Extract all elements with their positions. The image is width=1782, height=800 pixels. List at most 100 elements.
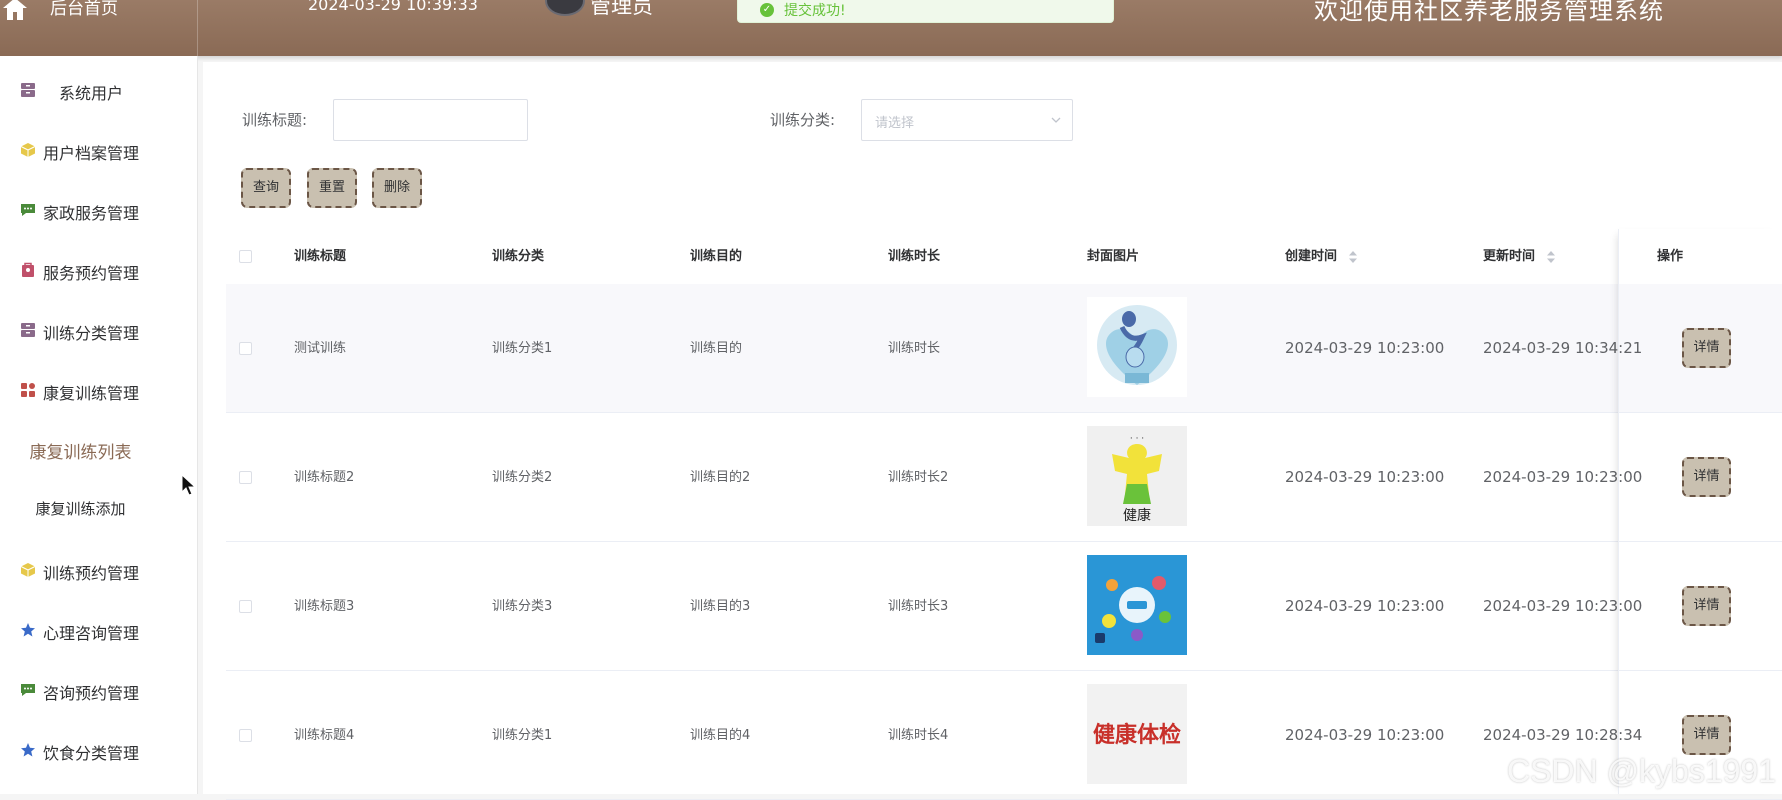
- watermark: CSDN @kybs1991: [1506, 753, 1776, 789]
- detail-button[interactable]: 详情: [1682, 586, 1731, 626]
- cell-updated: 2024-03-29 10:23:00: [1483, 468, 1643, 486]
- cube-icon: [20, 563, 36, 577]
- sidebar: 系统用户 用户档案管理 家政服务管理 服务预约管理 训练分类管理 康复训练管理 …: [0, 56, 198, 794]
- avatar[interactable]: [545, 0, 585, 16]
- detail-button[interactable]: 详情: [1682, 715, 1731, 755]
- row-checkbox[interactable]: [239, 342, 252, 355]
- sidebar-item-user-archive[interactable]: 用户档案管理: [0, 130, 197, 170]
- sidebar-item-label: 咨询预约管理: [43, 684, 140, 703]
- submenu-rehab-list[interactable]: 康复训练列表: [0, 428, 197, 468]
- sidebar-item-housekeeping[interactable]: 家政服务管理: [0, 190, 197, 230]
- column-header-created[interactable]: 创建时间: [1285, 229, 1358, 284]
- cube-icon: [20, 143, 36, 157]
- delete-button[interactable]: 删除: [372, 168, 422, 208]
- cell-updated: 2024-03-29 10:34:21: [1483, 339, 1643, 357]
- sidebar-item-training-booking[interactable]: 训练预约管理: [0, 550, 197, 590]
- submenu-label: 康复训练添加: [35, 500, 126, 518]
- sidebar-item-label: 康复训练管理: [43, 384, 140, 403]
- reset-button[interactable]: 重置: [307, 168, 357, 208]
- username: 管理员: [590, 0, 653, 18]
- health-checkup-image: 健康体检: [1087, 684, 1187, 784]
- detail-button[interactable]: 详情: [1682, 328, 1731, 368]
- sidebar-item-label: 训练分类管理: [43, 324, 140, 343]
- training-table: 训练标题 训练分类 训练目的 训练时长 封面图片 创建时间 更新时间 操作 测试…: [226, 229, 1782, 800]
- star-icon: [21, 623, 35, 637]
- home-label: 后台首页: [50, 0, 118, 19]
- sidebar-item-training-category[interactable]: 训练分类管理: [0, 310, 197, 350]
- category-select-placeholder: 请选择: [875, 116, 915, 131]
- title-filter-input[interactable]: [333, 99, 528, 141]
- success-toast: ✓ 提交成功!: [737, 0, 1114, 23]
- cover-text: 健康: [1123, 507, 1151, 524]
- cell-duration: 训练时长3: [888, 599, 949, 614]
- cover-text: 健康体检: [1093, 722, 1181, 748]
- cell-updated: 2024-03-29 10:23:00: [1483, 597, 1643, 615]
- sidebar-item-rehab-training[interactable]: 康复训练管理: [0, 370, 197, 410]
- cell-title: 训练标题3: [294, 599, 355, 614]
- toast-message: 提交成功!: [784, 3, 846, 19]
- cell-created: 2024-03-29 10:23:00: [1285, 726, 1445, 744]
- cell-created: 2024-03-29 10:23:00: [1285, 468, 1445, 486]
- health-figure-image: 健康 · · ·: [1087, 426, 1187, 526]
- title-filter-label: 训练标题:: [242, 111, 308, 129]
- cell-duration: 训练时长4: [888, 728, 949, 743]
- main-content: 训练标题: 训练分类: 请选择 查询 重置 删除 训练标题 训练分类 训练目的 …: [203, 62, 1782, 800]
- cell-purpose: 训练目的2: [690, 470, 751, 485]
- category-select[interactable]: 请选择: [861, 99, 1073, 141]
- sidebar-item-label: 训练预约管理: [43, 564, 140, 583]
- category-filter-label: 训练分类:: [770, 111, 836, 129]
- chat-icon: [21, 204, 35, 216]
- sidebar-item-label: 系统用户: [59, 84, 124, 103]
- column-header-duration: 训练时长: [888, 249, 941, 264]
- sidebar-item-label: 用户档案管理: [43, 144, 140, 163]
- cell-category: 训练分类2: [492, 470, 553, 485]
- row-checkbox[interactable]: [239, 729, 252, 742]
- heart-hands-image: [1087, 297, 1187, 397]
- sidebar-item-label: 家政服务管理: [43, 204, 140, 223]
- cell-purpose: 训练目的: [690, 341, 743, 356]
- sidebar-item-consult-booking[interactable]: 咨询预约管理: [0, 670, 197, 710]
- table-row: 测试训练 训练分类1 训练目的 训练时长 2024-03-29 10:23:00…: [226, 284, 1782, 413]
- sidebar-item-service-booking[interactable]: 服务预约管理: [0, 250, 197, 290]
- cell-purpose: 训练目的4: [690, 728, 751, 743]
- sidebar-item-psych-consult[interactable]: 心理咨询管理: [0, 610, 197, 650]
- table-row: 训练标题3 训练分类3 训练目的3 训练时长3 2024-03-29 10:23…: [226, 542, 1782, 671]
- sidebar-item-system-users[interactable]: 系统用户: [0, 70, 197, 110]
- cell-title: 训练标题2: [294, 470, 355, 485]
- home-link[interactable]: 后台首页: [0, 0, 198, 56]
- chat-icon: [21, 684, 35, 696]
- sidebar-item-diet-category[interactable]: 饮食分类管理: [0, 730, 197, 770]
- cell-category: 训练分类1: [492, 341, 553, 356]
- detail-button[interactable]: 详情: [1682, 457, 1731, 497]
- query-button[interactable]: 查询: [241, 168, 291, 208]
- column-header-updated[interactable]: 更新时间: [1483, 229, 1556, 284]
- sidebar-item-label: 饮食分类管理: [43, 744, 140, 763]
- submenu-label: 康复训练列表: [29, 443, 132, 463]
- row-checkbox[interactable]: [239, 600, 252, 613]
- column-header-updated-label: 更新时间: [1483, 249, 1536, 264]
- cell-category: 训练分类1: [492, 728, 553, 743]
- star-icon: [21, 743, 35, 757]
- column-header-cover: 封面图片: [1087, 249, 1140, 264]
- cell-created: 2024-03-29 10:23:00: [1285, 597, 1445, 615]
- welcome-title: 欢迎使用社区养老服务管理系统: [1314, 0, 1664, 25]
- mouse-cursor-icon: [181, 474, 197, 496]
- cell-title: 训练标题4: [294, 728, 355, 743]
- archive-icon: [21, 83, 35, 97]
- cell-created: 2024-03-29 10:23:00: [1285, 339, 1445, 357]
- cell-duration: 训练时长2: [888, 470, 949, 485]
- cell-duration: 训练时长: [888, 341, 941, 356]
- sidebar-item-label: 服务预约管理: [43, 264, 140, 283]
- sort-icon[interactable]: [1546, 250, 1556, 264]
- archive-icon: [21, 323, 35, 337]
- svg-text:· · ·: · · ·: [1130, 434, 1144, 444]
- column-header-title: 训练标题: [294, 249, 347, 264]
- submenu-rehab-add[interactable]: 康复训练添加: [0, 488, 197, 528]
- cell-title: 测试训练: [294, 341, 347, 356]
- select-all-checkbox[interactable]: [239, 250, 252, 263]
- bag-icon: [22, 262, 34, 277]
- sort-icon[interactable]: [1348, 250, 1358, 264]
- sidebar-item-label: 心理咨询管理: [43, 624, 140, 643]
- row-checkbox[interactable]: [239, 471, 252, 484]
- current-datetime: 2024-03-29 10:39:33: [308, 0, 478, 14]
